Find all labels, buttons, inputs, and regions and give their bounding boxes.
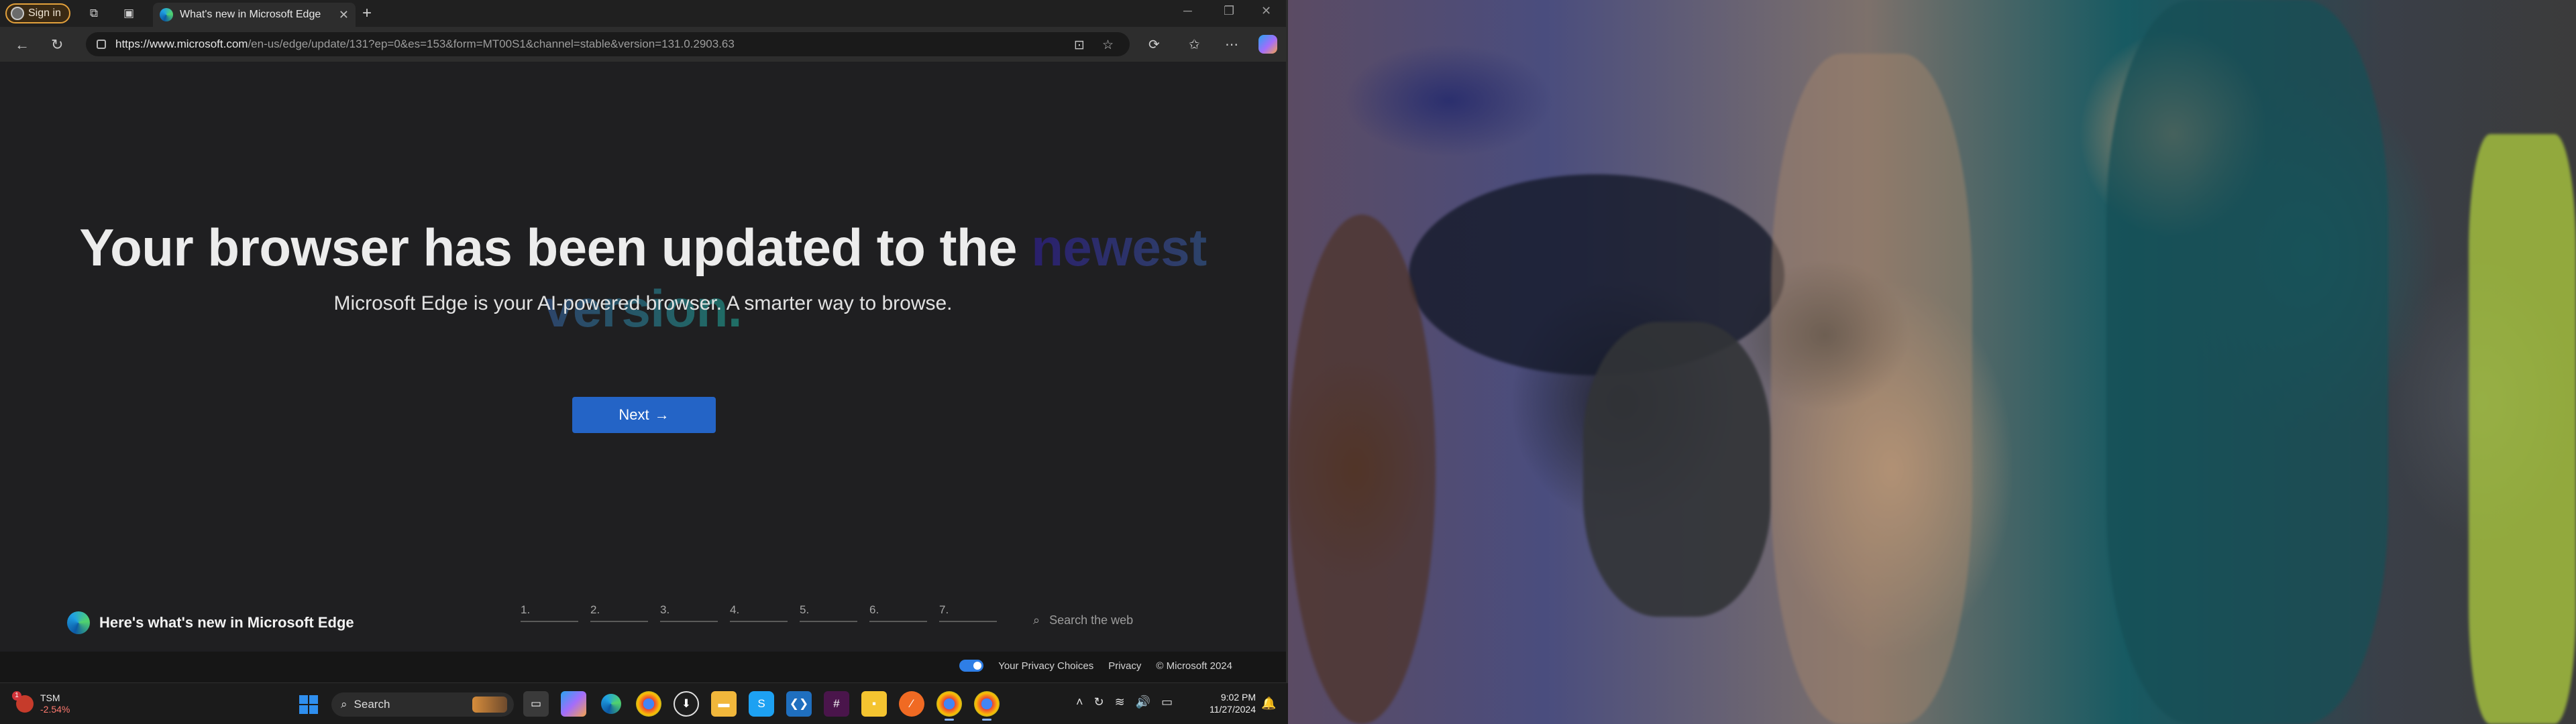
- tab-close-icon[interactable]: ✕: [339, 8, 349, 22]
- privacy-link[interactable]: Privacy: [1108, 660, 1141, 672]
- page-content: Your browser has been updated to the new…: [0, 62, 1286, 682]
- reader-icon[interactable]: ⊡: [1074, 38, 1085, 53]
- battery-icon[interactable]: ▭: [1161, 695, 1173, 709]
- app-circle-icon[interactable]: ⬇: [674, 691, 699, 717]
- toolbar: ← ↻ https://www.microsoft.com/en-us/edge…: [0, 27, 1286, 62]
- edge-app-icon[interactable]: [598, 691, 624, 717]
- arrow-right-icon: →: [654, 406, 669, 423]
- step-3[interactable]: 3.: [660, 603, 718, 622]
- clock-time: 9:02 PM: [1220, 692, 1256, 703]
- notification-badge: 1: [12, 691, 21, 701]
- privacy-choices-toggle-icon: [959, 660, 984, 672]
- footer-brand: Here's what's new in Microsoft Edge: [67, 611, 354, 634]
- taskbar-search-placeholder: Search: [354, 698, 390, 711]
- step-1[interactable]: 1.: [521, 603, 578, 622]
- screen: Sign in ⧉ ▣ What's new in Microsoft Edge…: [0, 0, 2576, 724]
- search-web-input[interactable]: ⌕ Search the web: [1033, 613, 1133, 627]
- vscode-icon[interactable]: ❮❯: [786, 691, 812, 717]
- close-window-icon[interactable]: ✕: [1261, 4, 1271, 18]
- stock-change: -2.54%: [40, 704, 70, 715]
- step-5[interactable]: 5.: [800, 603, 857, 622]
- footer-brand-text: Here's what's new in Microsoft Edge: [99, 614, 354, 631]
- edge-favicon-icon: [160, 8, 173, 21]
- copilot-app-icon[interactable]: [561, 691, 586, 717]
- copilot-icon[interactable]: [1258, 35, 1277, 54]
- stock-symbol: TSM: [40, 692, 60, 703]
- chevron-up-icon[interactable]: ˄: [1076, 695, 1083, 709]
- search-highlight-image: [472, 697, 507, 713]
- address-actions: ⊡ ☆: [1074, 38, 1114, 53]
- video-frame-image: [1288, 0, 2576, 724]
- maximize-icon[interactable]: ❐: [1224, 4, 1234, 18]
- taskbar: 1 TSM -2.54% ⌕ Search ▭ ⬇ ▬ S ❮❯ # ▪ ⁄ ˄…: [0, 682, 1288, 724]
- refresh-extension-icon[interactable]: ⟳: [1148, 36, 1160, 53]
- edge-browser-window: Sign in ⧉ ▣ What's new in Microsoft Edge…: [0, 0, 1288, 682]
- chrome-profile-icon[interactable]: [974, 691, 1000, 721]
- address-bar[interactable]: https://www.microsoft.com/en-us/edge/upd…: [86, 32, 1130, 56]
- chrome-canary-icon[interactable]: [936, 691, 962, 721]
- more-menu-icon[interactable]: ⋯: [1225, 36, 1238, 53]
- start-windows-icon[interactable]: [299, 695, 318, 714]
- new-tab-icon[interactable]: +: [362, 5, 372, 21]
- favorites-icon[interactable]: ✩: [1189, 36, 1200, 53]
- tab-actions-icon[interactable]: ▣: [121, 5, 137, 21]
- clock[interactable]: 9:02 PM 11/27/2024: [1198, 691, 1256, 715]
- page-subheadline: Microsoft Edge is your AI-powered browse…: [333, 292, 953, 314]
- taskbar-apps: ▭ ⬇ ▬ S ❮❯ # ▪ ⁄: [523, 691, 1000, 721]
- search-icon: ⌕: [341, 698, 347, 711]
- file-explorer-icon[interactable]: ▬: [711, 691, 737, 717]
- notification-bell-icon[interactable]: 🔔: [1261, 697, 1276, 711]
- title-bar: Sign in ⧉ ▣ What's new in Microsoft Edge…: [0, 0, 1286, 27]
- skype-icon[interactable]: S: [749, 691, 774, 717]
- yellow-vest-shape: [2469, 134, 2576, 724]
- copyright-text: © Microsoft 2024: [1156, 660, 1232, 672]
- stock-widget[interactable]: 1 TSM -2.54%: [12, 691, 70, 715]
- wifi-icon[interactable]: ≋: [1115, 695, 1125, 709]
- back-icon[interactable]: ←: [15, 36, 30, 54]
- sign-in-label: Sign in: [28, 7, 61, 19]
- clock-date: 11/27/2024: [1209, 704, 1256, 715]
- step-4[interactable]: 4.: [730, 603, 788, 622]
- minimize-icon[interactable]: ─: [1183, 4, 1192, 18]
- legal-footer: Your Privacy Choices Privacy © Microsoft…: [0, 652, 1286, 682]
- teal-garment-shape: [2106, 0, 2388, 724]
- sync-icon[interactable]: ↻: [1094, 695, 1104, 709]
- step-6[interactable]: 6.: [869, 603, 927, 622]
- stock-widget-icon: 1: [12, 691, 34, 713]
- headline-main: Your browser has been updated to the: [79, 218, 1032, 277]
- system-tray: ˄ ↻ ≋ 🔊 ▭: [1076, 695, 1173, 709]
- orange-app-icon[interactable]: ⁄: [899, 691, 924, 717]
- lock-icon: [97, 40, 106, 49]
- tab-title: What's new in Microsoft Edge: [180, 9, 321, 20]
- step-indicator: 1. 2. 3. 4. 5. 6. 7.: [521, 603, 997, 622]
- chrome-app-icon[interactable]: [636, 691, 661, 717]
- brown-sleeve-shape: [1288, 215, 1436, 724]
- step-7[interactable]: 7.: [939, 603, 997, 622]
- shoe-shape: [1583, 322, 1771, 617]
- sticky-notes-icon[interactable]: ▪: [861, 691, 887, 717]
- tab-whats-new[interactable]: What's new in Microsoft Edge ✕: [153, 3, 356, 27]
- refresh-icon[interactable]: ↻: [51, 36, 63, 54]
- url-path: /en-us/edge/update/131?ep=0&es=153&form=…: [248, 38, 735, 50]
- next-label: Next: [619, 406, 649, 423]
- sign-in-button[interactable]: Sign in: [5, 3, 70, 23]
- slack-icon[interactable]: #: [824, 691, 849, 717]
- favorite-star-icon[interactable]: ☆: [1102, 38, 1114, 53]
- volume-icon[interactable]: 🔊: [1136, 695, 1150, 709]
- privacy-choices-link[interactable]: Your Privacy Choices: [998, 660, 1093, 672]
- step-2[interactable]: 2.: [590, 603, 648, 622]
- url-host: https://www.microsoft.com: [115, 38, 248, 50]
- task-view-icon[interactable]: ▭: [523, 691, 549, 717]
- next-button[interactable]: Next →: [572, 397, 716, 433]
- taskbar-search-box[interactable]: ⌕ Search: [331, 692, 514, 717]
- workspaces-icon[interactable]: ⧉: [86, 5, 102, 21]
- page-headline: Your browser has been updated to the new…: [0, 217, 1286, 339]
- search-icon: ⌕: [1033, 613, 1040, 627]
- edge-logo-icon: [67, 611, 90, 634]
- profile-avatar-icon: [11, 7, 24, 20]
- search-web-placeholder: Search the web: [1049, 613, 1134, 627]
- beige-garment-shape: [1771, 54, 1972, 724]
